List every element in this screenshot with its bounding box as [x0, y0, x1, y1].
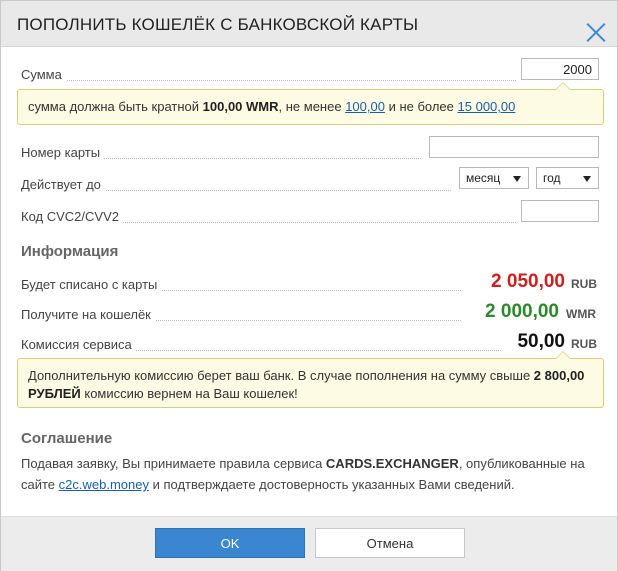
fee-currency: RUB — [571, 337, 597, 351]
note-text: Дополнительную комиссию берет ваш банк. … — [28, 368, 534, 383]
cvc-input[interactable] — [521, 200, 599, 222]
received-amount: 2 000,00 — [485, 301, 559, 322]
bank-fee-note: Дополнительную комиссию берет ваш банк. … — [17, 351, 604, 408]
fee-label: Комиссия сервиса — [21, 337, 136, 352]
min-amount-link[interactable]: 100,00 — [345, 99, 385, 114]
fee-amount: 50,00 — [517, 331, 565, 352]
month-selected: месяц — [466, 171, 501, 185]
service-name: CARDS.EXCHANGER — [325, 456, 459, 471]
valid-until-row: Действует до — [21, 173, 451, 197]
agreement-text: Подавая заявку, Вы принимаете правила се… — [21, 453, 601, 495]
hint-pointer — [555, 82, 571, 90]
amount-hint: сумма должна быть кратной 100,00 WMR, не… — [17, 82, 604, 125]
amount-row: Сумма — [21, 63, 516, 87]
agreement-heading: Соглашение — [21, 430, 113, 447]
year-selected: год — [543, 171, 561, 185]
note-text: комиссию вернем на Ваш кошелек! — [80, 386, 298, 401]
hint-text: и не более — [384, 99, 458, 114]
charged-row: Будет списано с карты — [21, 273, 461, 297]
dialog-footer: OK Отмена — [1, 516, 617, 571]
valid-until-label: Действует до — [21, 177, 105, 192]
card-number-row: Номер карты — [21, 141, 421, 165]
max-amount-link[interactable]: 15 000,00 — [458, 99, 516, 114]
year-select[interactable]: год — [536, 167, 599, 189]
month-select[interactable]: месяц — [459, 167, 529, 189]
topup-dialog: ПОПОЛНИТЬ КОШЕЛЁК С БАНКОВСКОЙ КАРТЫ Сум… — [0, 0, 618, 571]
charged-label: Будет списано с карты — [21, 277, 162, 292]
hint-text: , не менее — [278, 99, 346, 114]
fee-row: Комиссия сервиса — [21, 333, 501, 357]
charged-amount: 2 050,00 — [491, 271, 565, 292]
received-label: Получите на кошелёк — [21, 307, 155, 322]
leader-dots — [21, 80, 516, 81]
received-row: Получите на кошелёк — [21, 303, 461, 327]
cvc-label: Код CVC2/CVV2 — [21, 209, 123, 224]
charged-currency: RUB — [571, 277, 597, 291]
agreement-text-part: Подавая заявку, Вы принимаете правила се… — [21, 456, 326, 471]
cvc-row: Код CVC2/CVV2 — [21, 205, 516, 229]
site-link[interactable]: c2c.web.money — [59, 477, 149, 492]
note-pointer — [555, 351, 571, 359]
cancel-button[interactable]: Отмена — [315, 528, 465, 558]
dialog-titlebar: ПОПОЛНИТЬ КОШЕЛЁК С БАНКОВСКОЙ КАРТЫ — [1, 1, 617, 47]
amount-label: Сумма — [21, 67, 66, 82]
close-icon[interactable] — [585, 21, 607, 43]
dialog-title: ПОПОЛНИТЬ КОШЕЛЁК С БАНКОВСКОЙ КАРТЫ — [17, 15, 419, 34]
chevron-down-icon — [583, 176, 591, 182]
card-number-input[interactable] — [429, 136, 599, 158]
received-currency: WMR — [566, 307, 596, 321]
ok-button[interactable]: OK — [155, 528, 305, 558]
agreement-text-part: и подтверждаете достоверность указанных … — [148, 477, 515, 492]
card-number-label: Номер карты — [21, 145, 105, 160]
chevron-down-icon — [513, 176, 521, 182]
hint-multiple: 100,00 WMR — [202, 99, 279, 114]
info-heading: Информация — [21, 243, 119, 260]
hint-text: сумма должна быть кратной — [28, 99, 203, 114]
amount-input[interactable] — [521, 58, 599, 80]
